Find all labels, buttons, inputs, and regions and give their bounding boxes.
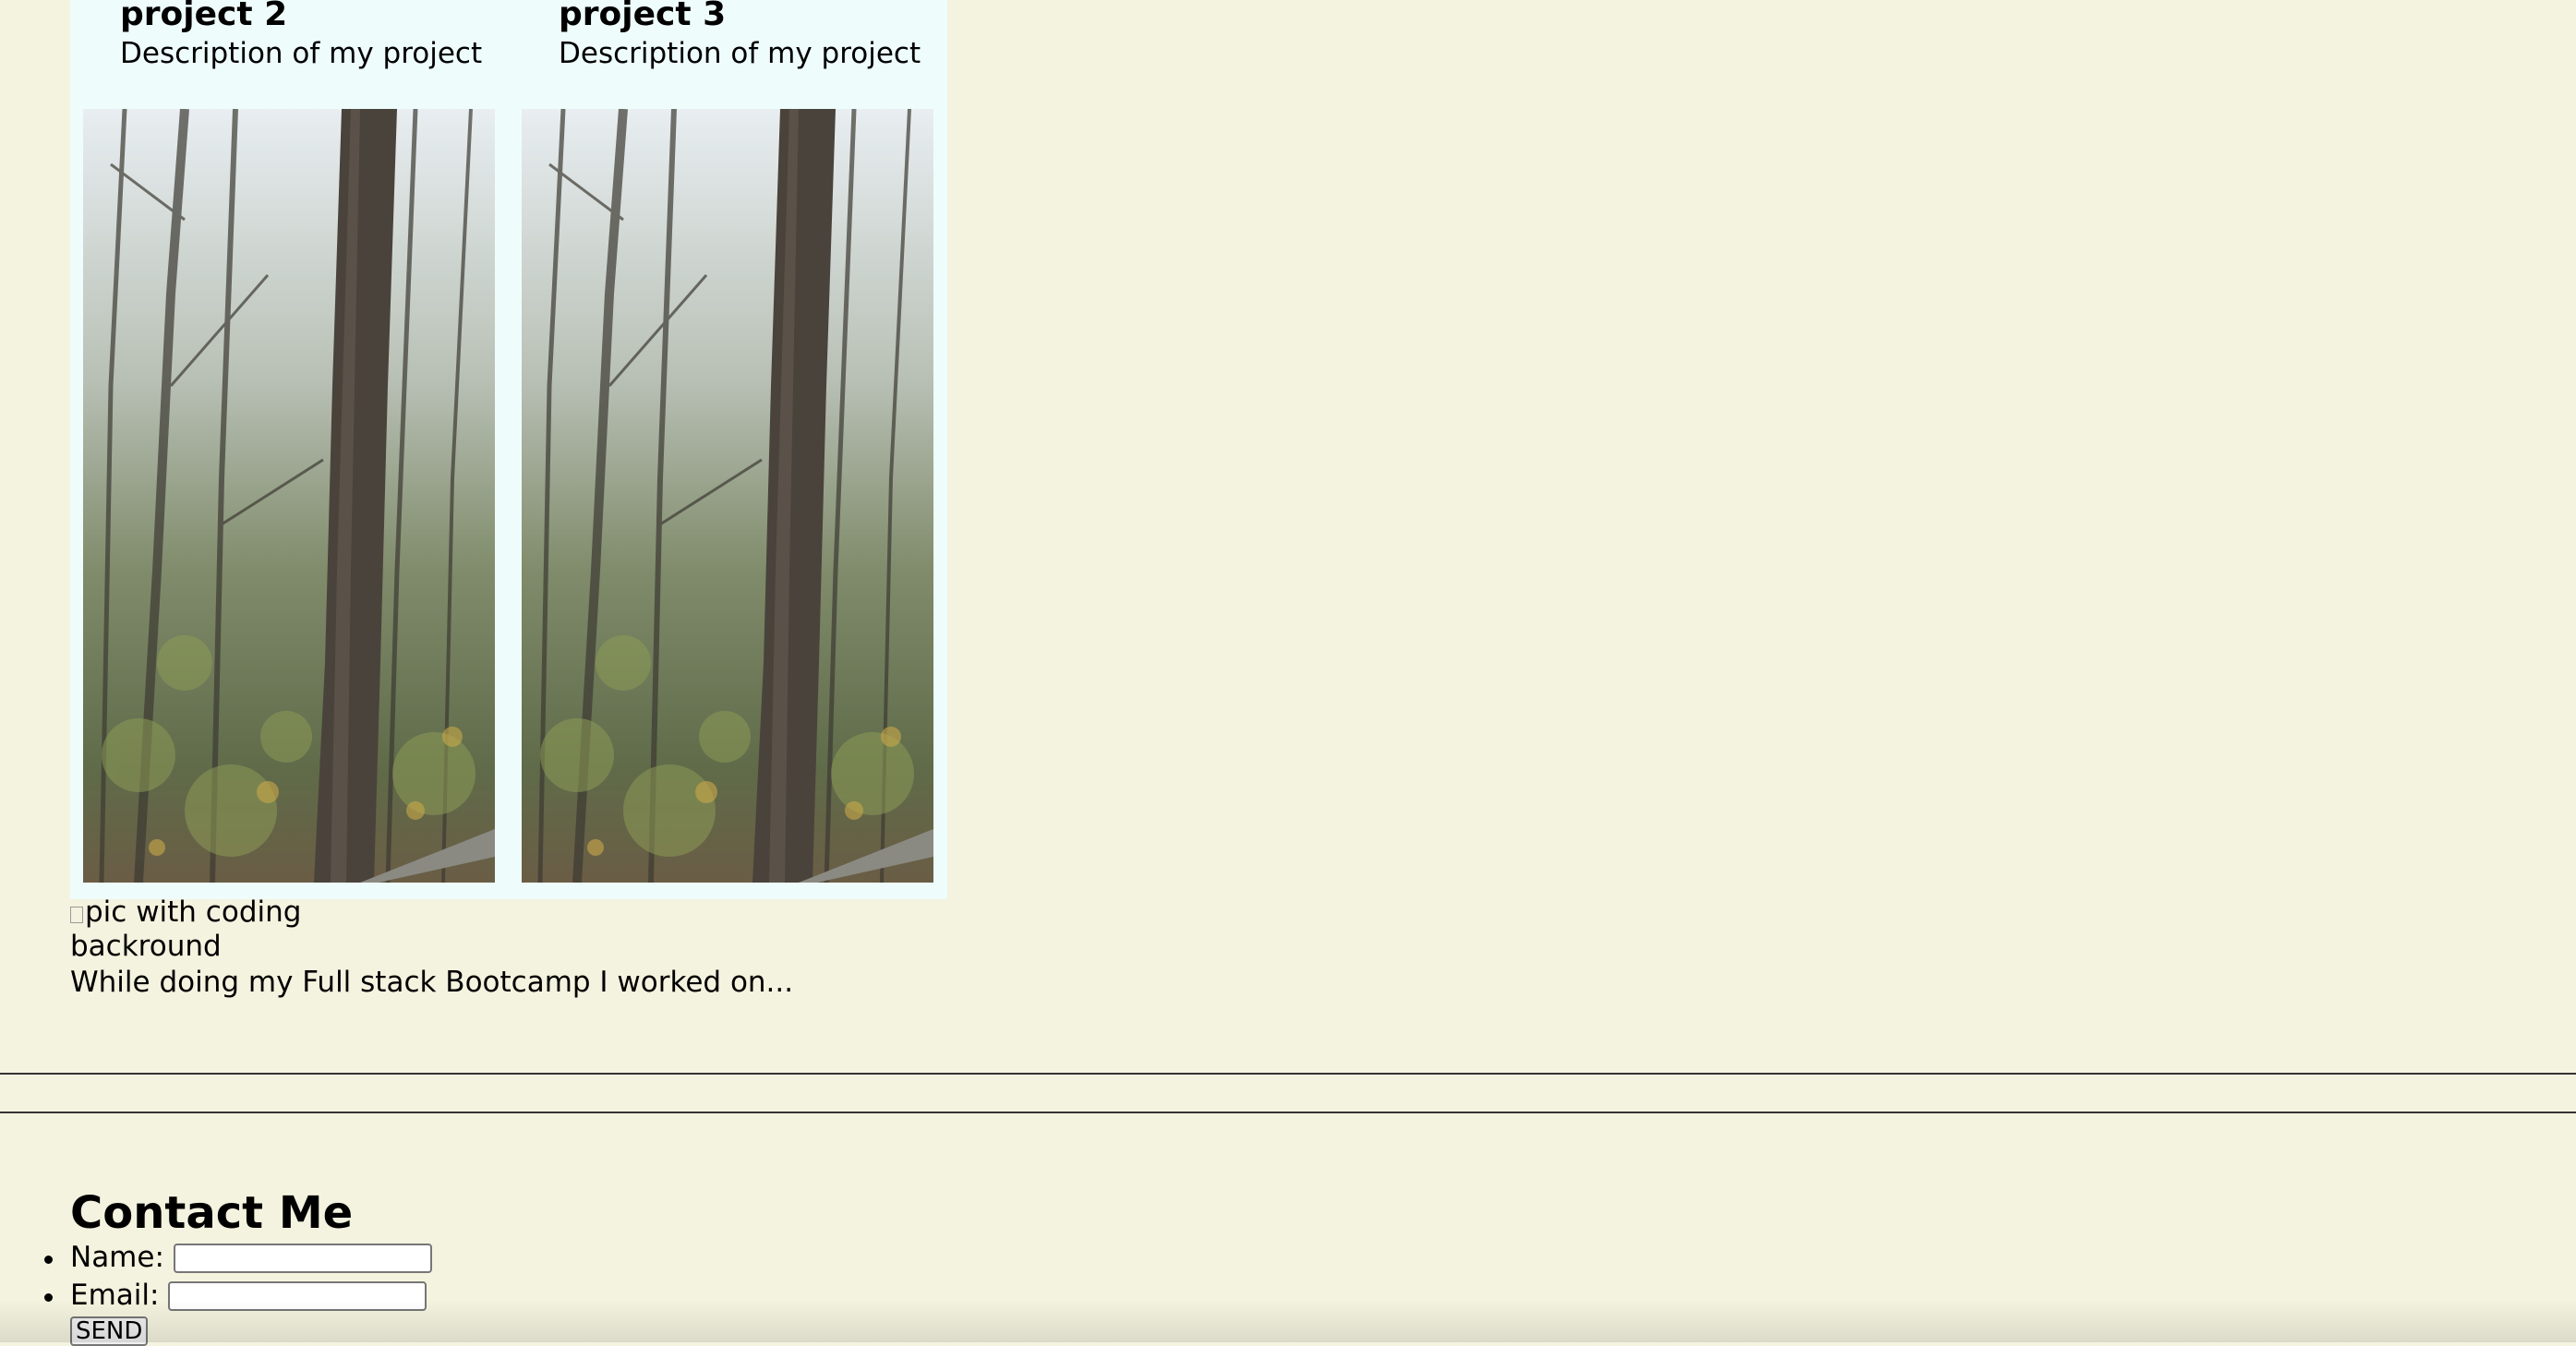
section-divider bbox=[0, 1112, 2576, 1113]
about-text: While doing my Full stack Bootcamp I wor… bbox=[70, 966, 794, 999]
contact-heading: Contact Me bbox=[70, 1187, 354, 1239]
forest-photo-icon bbox=[83, 109, 495, 883]
image-alt-text: pic with coding backround bbox=[70, 895, 302, 963]
broken-image-placeholder: pic with coding backround bbox=[70, 895, 329, 964]
section-divider bbox=[0, 1073, 2576, 1075]
contact-form-list: Name: Email: bbox=[44, 1239, 432, 1315]
project-image[interactable] bbox=[522, 109, 933, 883]
broken-image-icon bbox=[70, 907, 83, 923]
email-input[interactable] bbox=[168, 1280, 427, 1311]
email-row: Email: bbox=[44, 1277, 432, 1315]
project-description: Description of my project bbox=[120, 37, 483, 70]
project-image[interactable] bbox=[83, 109, 495, 883]
send-button[interactable]: SEND bbox=[70, 1316, 149, 1346]
name-row: Name: bbox=[44, 1239, 432, 1277]
project-title: project 2 bbox=[120, 0, 288, 33]
project-description: Description of my project bbox=[559, 37, 921, 70]
name-label: Name: bbox=[70, 1241, 164, 1274]
forest-photo-icon bbox=[522, 109, 933, 883]
email-label: Email: bbox=[70, 1279, 160, 1312]
projects-panel: project 2 Description of my project proj… bbox=[70, 0, 947, 899]
project-title: project 3 bbox=[559, 0, 727, 33]
name-input[interactable] bbox=[173, 1243, 432, 1273]
